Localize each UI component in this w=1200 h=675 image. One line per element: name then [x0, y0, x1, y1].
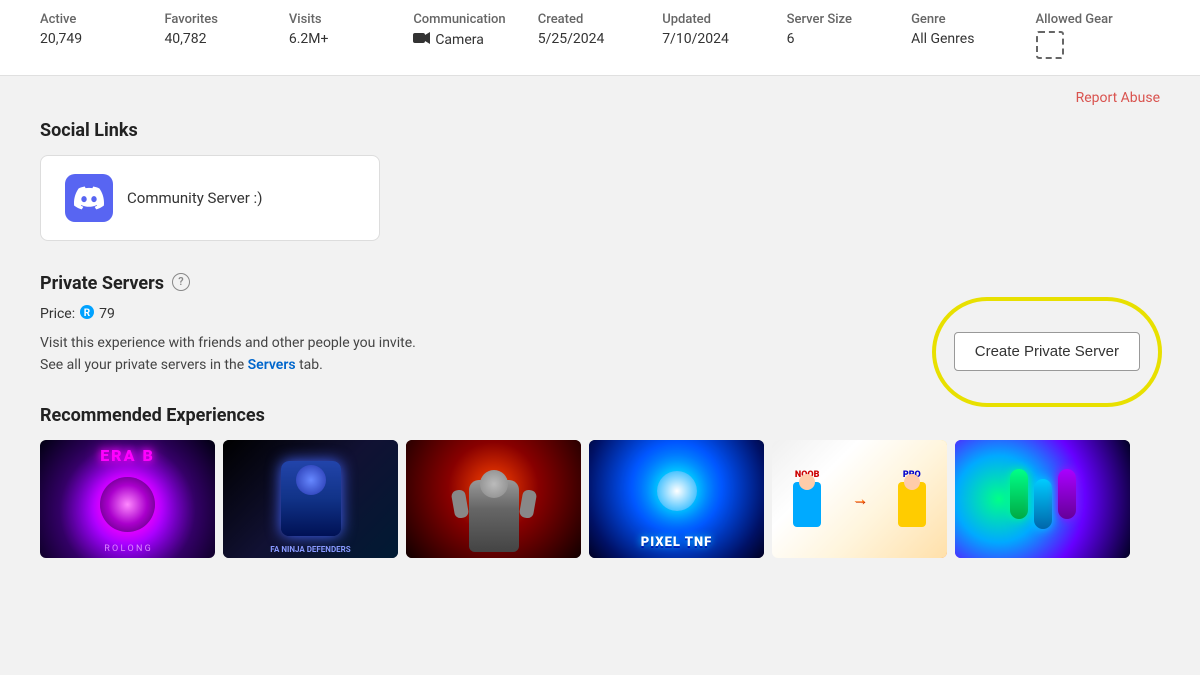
card-1-subtitle: R O L O N G	[40, 544, 215, 554]
card-4-title: PIXEL TNF	[589, 535, 764, 550]
discord-card[interactable]: Community Server :)	[40, 155, 380, 241]
game-cards-row: ERA B R O L O N G FA NINJA DEFENDERS	[40, 440, 1160, 558]
robux-icon: R	[79, 304, 95, 324]
game-card-5[interactable]: NOOB → PRO	[772, 440, 947, 558]
stat-communication-value: Camera	[413, 31, 484, 49]
stat-allowed-gear-label: Allowed Gear	[1036, 12, 1113, 27]
stat-visits-label: Visits	[289, 12, 322, 27]
stat-server-size: Server Size 6	[787, 12, 911, 63]
stat-updated: Updated 7/10/2024	[662, 12, 786, 63]
stat-visits-value: 6.2M+	[289, 31, 329, 47]
social-links-title: Social Links	[40, 120, 1160, 141]
card-2-figure	[281, 461, 341, 536]
social-links-section: Social Links Community Server :)	[40, 120, 1160, 241]
card-1-title: ERA B	[40, 446, 215, 465]
game-card-3[interactable]	[406, 440, 581, 558]
card-2-title: FA NINJA DEFENDERS	[223, 545, 398, 554]
stat-favorites-label: Favorites	[164, 12, 217, 27]
stats-bar: Active 20,749 Favorites 40,782 Visits 6.…	[0, 0, 1200, 76]
stat-active-label: Active	[40, 12, 76, 27]
report-abuse-row: Report Abuse	[40, 76, 1160, 116]
game-card-6[interactable]	[955, 440, 1130, 558]
price-row: Price: R 79	[40, 304, 1160, 324]
discord-server-label: Community Server :)	[127, 189, 262, 207]
servers-tab-link[interactable]: Servers	[248, 357, 296, 373]
help-icon[interactable]: ?	[172, 273, 190, 291]
stat-updated-label: Updated	[662, 12, 711, 27]
recommended-section: Recommended Experiences ERA B R O L O N …	[40, 405, 1160, 558]
private-servers-section: Private Servers ? Price: R 79 Visit this…	[40, 269, 1160, 377]
card-5-pro: PRO	[898, 470, 926, 527]
create-server-container: Create Private Server	[954, 332, 1140, 371]
stat-server-size-value: 6	[787, 31, 795, 47]
stat-active-value: 20,749	[40, 31, 82, 47]
private-servers-title: Private Servers	[40, 273, 164, 294]
stat-favorites-value: 40,782	[164, 31, 206, 47]
private-servers-text: Visit this experience with friends and o…	[40, 332, 954, 377]
private-servers-header: Private Servers ?	[40, 269, 1160, 294]
stat-communication-label: Communication	[413, 12, 505, 27]
game-card-4[interactable]: PIXEL TNF	[589, 440, 764, 558]
stat-visits: Visits 6.2M+	[289, 12, 413, 63]
camera-icon	[413, 31, 431, 49]
stat-created: Created 5/25/2024	[538, 12, 662, 63]
stat-allowed-gear: Allowed Gear	[1036, 12, 1160, 63]
card-5-noob: NOOB	[793, 470, 821, 527]
price-label: Price:	[40, 306, 75, 322]
stat-active: Active 20,749	[40, 12, 164, 63]
recommended-title: Recommended Experiences	[40, 405, 1160, 426]
stat-favorites: Favorites 40,782	[164, 12, 288, 63]
main-content: Report Abuse Social Links Community Serv…	[0, 76, 1200, 558]
private-servers-desc-2: See all your private servers in the Serv…	[40, 354, 954, 376]
game-card-1[interactable]: ERA B R O L O N G	[40, 440, 215, 558]
card-4-orb	[657, 471, 697, 511]
private-servers-desc-1: Visit this experience with friends and o…	[40, 332, 954, 354]
report-abuse-link[interactable]: Report Abuse	[1076, 90, 1160, 106]
card-3-body	[469, 480, 519, 552]
allowed-gear-icon	[1036, 31, 1064, 59]
stat-communication: Communication Camera	[413, 12, 537, 63]
stat-genre: Genre All Genres	[911, 12, 1035, 63]
price-value: 79	[99, 306, 115, 322]
stat-created-label: Created	[538, 12, 584, 27]
svg-text:R: R	[84, 308, 91, 319]
discord-logo	[65, 174, 113, 222]
stat-created-value: 5/25/2024	[538, 31, 605, 47]
stat-genre-value: All Genres	[911, 31, 974, 47]
create-private-server-button[interactable]: Create Private Server	[954, 332, 1140, 371]
stat-genre-label: Genre	[911, 12, 946, 27]
stat-server-size-label: Server Size	[787, 12, 852, 27]
card-1-orb	[100, 477, 155, 532]
stat-allowed-gear-value	[1036, 31, 1064, 63]
game-card-2[interactable]: FA NINJA DEFENDERS	[223, 440, 398, 558]
stat-updated-value: 7/10/2024	[662, 31, 729, 47]
private-servers-body: Visit this experience with friends and o…	[40, 332, 1160, 377]
